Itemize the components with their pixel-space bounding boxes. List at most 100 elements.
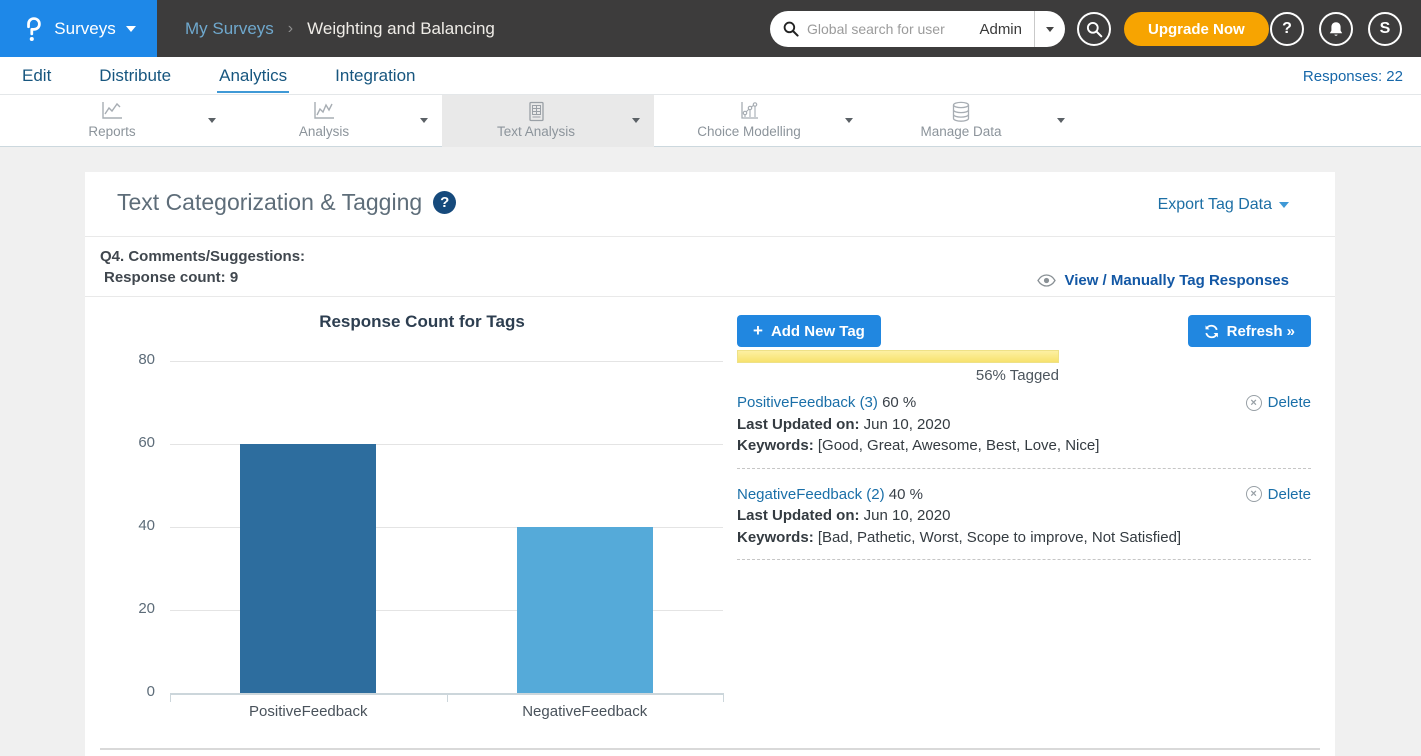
tag-updated-label: Last Updated on: [737, 416, 860, 433]
tag-updated-line: Last Updated on: Jun 10, 2020 [737, 414, 1311, 436]
tag-keywords-value: [Good, Great, Awesome, Best, Love, Nice] [818, 437, 1100, 454]
bell-icon [1328, 21, 1344, 38]
tab-edit[interactable]: Edit [20, 60, 53, 93]
brand-chevron-down-icon [126, 26, 136, 32]
search-scope-selector[interactable]: Admin [973, 21, 1034, 38]
global-search-box: Admin [770, 11, 1065, 47]
survey-nav-bar: Edit Distribute Analytics Integration Re… [0, 57, 1421, 95]
search-icon [783, 21, 799, 37]
chart-category-label: NegativeFeedback [447, 703, 724, 720]
tag-keywords-value: [Bad, Pathetic, Worst, Scope to improve,… [818, 529, 1181, 546]
chart-gridline [170, 361, 723, 362]
upgrade-now-button[interactable]: Upgrade Now [1124, 12, 1269, 46]
chart-category-label: PositiveFeedback [170, 703, 447, 720]
brand-menu[interactable]: Surveys [0, 0, 157, 57]
account-avatar[interactable]: S [1368, 12, 1402, 46]
subtab-label: Manage Data [867, 124, 1055, 139]
tab-integration[interactable]: Integration [333, 60, 417, 93]
title-help-icon[interactable]: ? [433, 191, 456, 214]
breadcrumb-separator: › [274, 20, 307, 38]
question-block: Q4. Comments/Suggestions: Response count… [100, 246, 305, 288]
chevron-down-icon[interactable] [1057, 118, 1065, 123]
chart-ytick-label: 60 [100, 434, 155, 451]
top-header-bar: Surveys My Surveys › Weighting and Balan… [0, 0, 1421, 57]
refresh-label: Refresh » [1227, 323, 1295, 340]
delete-label: Delete [1268, 484, 1311, 506]
tag-keywords-line: Keywords: [Bad, Pathetic, Worst, Scope t… [737, 527, 1311, 549]
subtab-choice-modelling[interactable]: Choice Modelling [655, 95, 867, 147]
response-count-chart: Response Count for Tags 020406080Positiv… [100, 302, 740, 734]
tag-row-positive-feedback: PositiveFeedback (3) 60 % Last Updated o… [737, 387, 1311, 469]
chart-axis-tick [170, 693, 171, 702]
subtab-manage-data[interactable]: Manage Data [867, 95, 1079, 147]
subtab-reports[interactable]: Reports [18, 95, 230, 147]
eye-icon [1037, 274, 1056, 287]
tag-name-line: NegativeFeedback (2) 40 % [737, 484, 1311, 506]
chevron-down-icon[interactable] [632, 118, 640, 123]
global-search-input[interactable] [807, 21, 973, 37]
chart-ytick-label: 20 [100, 600, 155, 617]
chevron-down-icon[interactable] [845, 118, 853, 123]
divider [85, 236, 1335, 237]
chart-axis-tick [447, 693, 448, 702]
subtab-label: Choice Modelling [655, 124, 843, 139]
refresh-icon [1204, 324, 1219, 339]
page-title-text: Text Categorization & Tagging [117, 189, 422, 216]
question-label: Q4. Comments/Suggestions: [100, 246, 305, 267]
chevron-down-icon[interactable] [420, 118, 428, 123]
export-tag-data-dropdown[interactable]: Export Tag Data [1158, 196, 1289, 214]
questionpro-logo-icon [21, 14, 44, 44]
choice-modelling-icon [655, 101, 843, 121]
subtab-label: Analysis [230, 124, 418, 139]
tag-percent: 40 % [889, 486, 923, 503]
tag-keywords-line: Keywords: [Good, Great, Awesome, Best, L… [737, 435, 1311, 457]
tag-updated-value: Jun 10, 2020 [864, 507, 951, 524]
search-scope-dropdown[interactable] [1035, 11, 1065, 47]
delete-label: Delete [1268, 392, 1311, 414]
view-manually-tag-link[interactable]: View / Manually Tag Responses [1037, 272, 1289, 289]
breadcrumb: My Surveys › Weighting and Balancing [185, 0, 495, 57]
tag-percent: 60 % [882, 394, 916, 411]
subtab-text-analysis[interactable]: Text Analysis [442, 95, 654, 147]
refresh-button[interactable]: Refresh » [1188, 315, 1311, 347]
chart-axis-tick [723, 693, 724, 702]
tag-keywords-label: Keywords: [737, 437, 814, 454]
chevron-down-icon [1279, 202, 1289, 208]
help-button[interactable]: ? [1270, 12, 1304, 46]
tag-name-link[interactable]: PositiveFeedback (3) [737, 394, 878, 411]
tag-keywords-label: Keywords: [737, 529, 814, 546]
analytics-subnav: Reports Analysis Text Analysis Choice Mo… [0, 95, 1421, 147]
database-icon [867, 101, 1055, 123]
search-icon [1086, 21, 1103, 38]
chevron-down-icon [1046, 27, 1054, 32]
delete-circle-icon: × [1246, 395, 1262, 411]
tab-distribute[interactable]: Distribute [97, 60, 173, 93]
chart-canvas: 020406080PositiveFeedbackNegativeFeedbac… [100, 302, 740, 734]
breadcrumb-current-survey: Weighting and Balancing [307, 19, 495, 39]
trend-chart-icon [230, 101, 418, 121]
view-manually-tag-label: View / Manually Tag Responses [1064, 272, 1289, 289]
line-chart-icon [18, 101, 206, 121]
text-analysis-icon [442, 101, 630, 122]
tag-updated-label: Last Updated on: [737, 507, 860, 524]
brand-label: Surveys [54, 19, 115, 39]
subtab-analysis[interactable]: Analysis [230, 95, 442, 147]
add-new-tag-button[interactable]: + Add New Tag [737, 315, 881, 347]
chevron-down-icon[interactable] [208, 118, 216, 123]
chart-ytick-label: 40 [100, 517, 155, 534]
delete-tag-button[interactable]: × Delete [1246, 392, 1311, 414]
export-tag-data-label: Export Tag Data [1158, 196, 1272, 214]
breadcrumb-my-surveys[interactable]: My Surveys [185, 19, 274, 39]
tab-analytics[interactable]: Analytics [217, 60, 289, 93]
chart-bar-NegativeFeedback [517, 527, 653, 693]
notifications-button[interactable] [1319, 12, 1353, 46]
search-submit-button[interactable] [1077, 12, 1111, 46]
tag-name-line: PositiveFeedback (3) 60 % [737, 392, 1311, 414]
delete-tag-button[interactable]: × Delete [1246, 484, 1311, 506]
chart-ytick-label: 0 [100, 683, 155, 700]
response-count-label: Response count: 9 [100, 267, 305, 288]
tagged-progress-bar [737, 350, 1059, 363]
responses-count[interactable]: Responses: 22 [1303, 57, 1403, 95]
subtab-label: Text Analysis [442, 124, 630, 139]
tag-name-link[interactable]: NegativeFeedback (2) [737, 486, 885, 503]
